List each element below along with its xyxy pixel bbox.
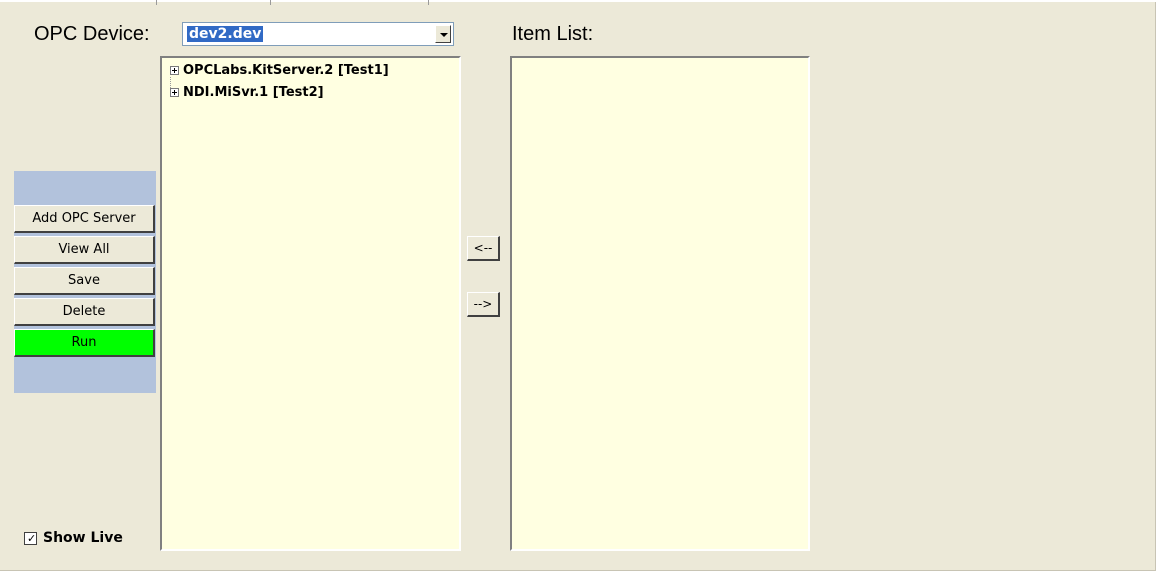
top-border xyxy=(0,0,1160,2)
item-list-label: Item List: xyxy=(512,23,594,45)
server-tree[interactable]: OPCLabs.KitServer.2 [Test1] NDI.MiSvr.1 … xyxy=(160,56,461,551)
header-tick xyxy=(428,0,429,5)
show-live-label: Show Live xyxy=(43,530,123,546)
opc-device-label: OPC Device: xyxy=(34,23,150,45)
expand-plus-icon[interactable] xyxy=(170,66,179,75)
chevron-down-icon xyxy=(440,33,448,37)
expand-plus-icon[interactable] xyxy=(170,88,179,97)
tree-node[interactable]: OPCLabs.KitServer.2 [Test1] xyxy=(170,62,389,79)
opc-device-select[interactable]: dev2.dev xyxy=(182,22,454,46)
header-tick xyxy=(270,0,271,5)
tree-node[interactable]: NDI.MiSvr.1 [Test2] xyxy=(170,84,324,101)
move-right-button[interactable]: --> xyxy=(467,292,500,317)
header-tick xyxy=(156,0,157,5)
item-list[interactable] xyxy=(510,56,810,551)
view-all-button[interactable]: View All xyxy=(14,236,155,264)
show-live-toggle[interactable]: ✓ Show Live xyxy=(24,530,123,546)
run-button[interactable]: Run xyxy=(14,329,155,357)
add-opc-server-button[interactable]: Add OPC Server xyxy=(14,205,155,233)
opc-device-select-value: dev2.dev xyxy=(187,26,264,42)
show-live-checkbox[interactable]: ✓ xyxy=(24,531,37,545)
checkmark-icon: ✓ xyxy=(27,531,37,545)
main-panel: OPC Device: dev2.dev Item List: OPCLabs.… xyxy=(0,0,1160,571)
save-button[interactable]: Save xyxy=(14,267,155,295)
move-left-button[interactable]: <-- xyxy=(467,236,500,261)
tree-node-label: NDI.MiSvr.1 [Test2] xyxy=(183,85,324,100)
dropdown-button[interactable] xyxy=(435,25,451,43)
delete-button[interactable]: Delete xyxy=(14,298,155,326)
tree-node-label: OPCLabs.KitServer.2 [Test1] xyxy=(183,63,389,78)
sidebar: Add OPC Server View All Save Delete Run xyxy=(14,171,156,393)
